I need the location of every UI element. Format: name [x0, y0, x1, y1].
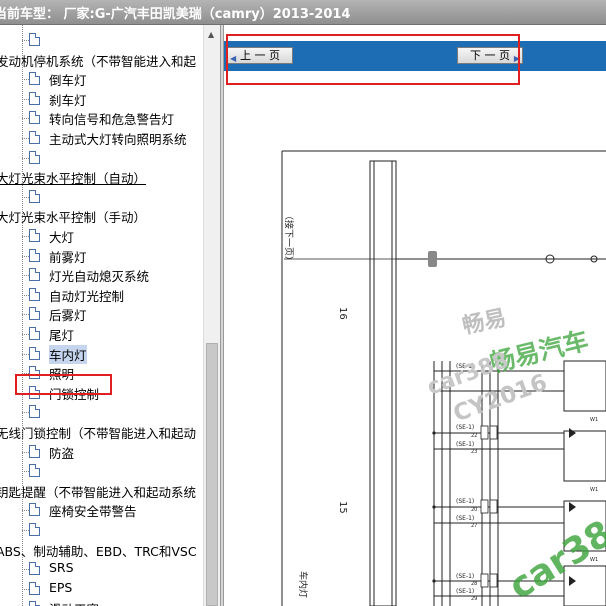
tree-connector — [22, 79, 29, 81]
diagram-panel: ◀ 上 一 页 下 一 页 ▶ （接下一页） 16 15 车内灯 (SE-1) … — [224, 25, 606, 606]
selection-highlight-box — [15, 374, 112, 395]
tree-item-label: 防盗 — [49, 445, 75, 461]
document-icon — [29, 327, 40, 340]
document-icon — [29, 503, 40, 517]
tree-item-label: 灯光自动熄灭系统 — [49, 269, 150, 285]
tree-item-label: 座椅安全带警告 — [49, 504, 137, 520]
scroll-up-icon[interactable]: ▲ — [208, 30, 214, 39]
tree-connector — [22, 451, 29, 453]
tree-item-label: 刹车灯 — [49, 92, 87, 108]
svg-text:W1: W1 — [590, 487, 598, 493]
tree-connector — [22, 275, 29, 277]
tree-connector — [22, 334, 29, 335]
document-icon — [29, 268, 40, 282]
document-icon — [29, 287, 40, 301]
tree-item-label: 发动机停机系统（不带智能进入和起 — [0, 53, 197, 69]
tree-item-label: ABS、制动辅助、EBD、TRC和VSC — [0, 543, 197, 559]
svg-text:W1: W1 — [590, 417, 598, 423]
tree-connector — [22, 157, 29, 159]
tree-item-label: 大灯 — [49, 230, 75, 245]
tree-item-label: 主动式大灯转向照明系统 — [49, 132, 187, 147]
svg-text:27: 27 — [471, 523, 477, 529]
tree-connector — [22, 510, 29, 512]
document-icon — [29, 523, 40, 536]
tree-item-label: EPS — [49, 579, 73, 595]
svg-text:29: 29 — [471, 596, 477, 602]
tree-connector — [22, 294, 29, 296]
svg-text:(SE-1): (SE-1) — [456, 498, 474, 505]
tree-item-label: 转向信号和危急警告灯 — [49, 112, 175, 128]
tree-trunk-line — [22, 25, 23, 606]
tree-item-label: 后雾灯 — [49, 308, 87, 324]
tree-connector — [22, 40, 29, 41]
svg-text:23: 23 — [471, 449, 477, 455]
svg-text:22: 22 — [471, 433, 477, 439]
svg-text:20: 20 — [471, 507, 477, 513]
document-icon — [29, 33, 40, 46]
document-icon — [29, 581, 40, 595]
tree-connector — [22, 569, 29, 571]
tree-item-label: 无线门锁控制（不带智能进入和起动 — [0, 426, 197, 441]
tree-item-label: 尾灯 — [49, 328, 75, 343]
svg-text:(SE-1): (SE-1) — [456, 573, 474, 580]
document-icon — [29, 562, 40, 576]
section-side-label: 车内灯 — [297, 571, 309, 598]
document-icon — [29, 307, 40, 321]
tree-item-label: 车内灯 — [49, 344, 87, 364]
tree-connector — [22, 588, 29, 590]
document-icon — [29, 464, 40, 478]
tree-connector — [22, 530, 29, 531]
document-icon — [29, 91, 40, 105]
tree-connector — [22, 471, 29, 473]
tree-connector — [22, 353, 29, 355]
document-icon — [29, 189, 40, 203]
tree-item-label: SRS — [49, 560, 74, 576]
tree-connector — [22, 314, 29, 316]
tree-item-label: 前雾灯 — [49, 249, 87, 265]
tree-scrollbar[interactable]: ▲ — [203, 25, 221, 606]
document-icon — [29, 111, 40, 125]
tree-connector — [22, 138, 29, 139]
tree-item-label: 自动灯光控制 — [49, 288, 125, 304]
column-number-15: 15 — [337, 501, 348, 514]
document-icon — [29, 72, 40, 86]
tree-connector — [22, 412, 29, 414]
tree-connector — [22, 236, 29, 237]
document-icon — [29, 346, 40, 360]
tree-item-label: 倒车灯 — [49, 73, 87, 89]
document-icon — [29, 405, 40, 419]
document-icon — [29, 248, 40, 262]
svg-text:(SE-1): (SE-1) — [456, 588, 474, 595]
svg-text:(SE-1): (SE-1) — [456, 515, 474, 522]
document-icon — [29, 150, 40, 164]
tree-item-label: 滑动天窗 — [49, 599, 99, 606]
svg-text:(SE-1): (SE-1) — [456, 441, 474, 448]
document-icon — [29, 229, 40, 242]
tree-connector — [22, 118, 29, 120]
column-number-16: 16 — [337, 307, 348, 320]
document-icon — [29, 131, 40, 144]
tree-connector — [22, 196, 29, 198]
tree-connector — [22, 98, 29, 100]
tree-connector — [22, 255, 29, 257]
document-icon — [29, 444, 40, 458]
scrollbar-thumb[interactable] — [206, 343, 218, 606]
document-icon — [29, 601, 40, 606]
tree-item-label: 钥匙提醒（不带智能进入和起动系统 — [0, 484, 197, 500]
continued-label: （接下一页） — [283, 211, 295, 265]
title-bar: 当前车型： 厂家:G-广汽丰田凯美瑞（camry）2013-2014 — [0, 0, 606, 25]
current-model-title: 当前车型： 厂家:G-广汽丰田凯美瑞（camry）2013-2014 — [0, 7, 351, 22]
tree-panel: 发动机停机系统（不带智能进入和起倒车灯刹车灯转向信号和危急警告灯 主动式大灯转向照… — [0, 25, 220, 606]
svg-text:28: 28 — [471, 581, 477, 587]
